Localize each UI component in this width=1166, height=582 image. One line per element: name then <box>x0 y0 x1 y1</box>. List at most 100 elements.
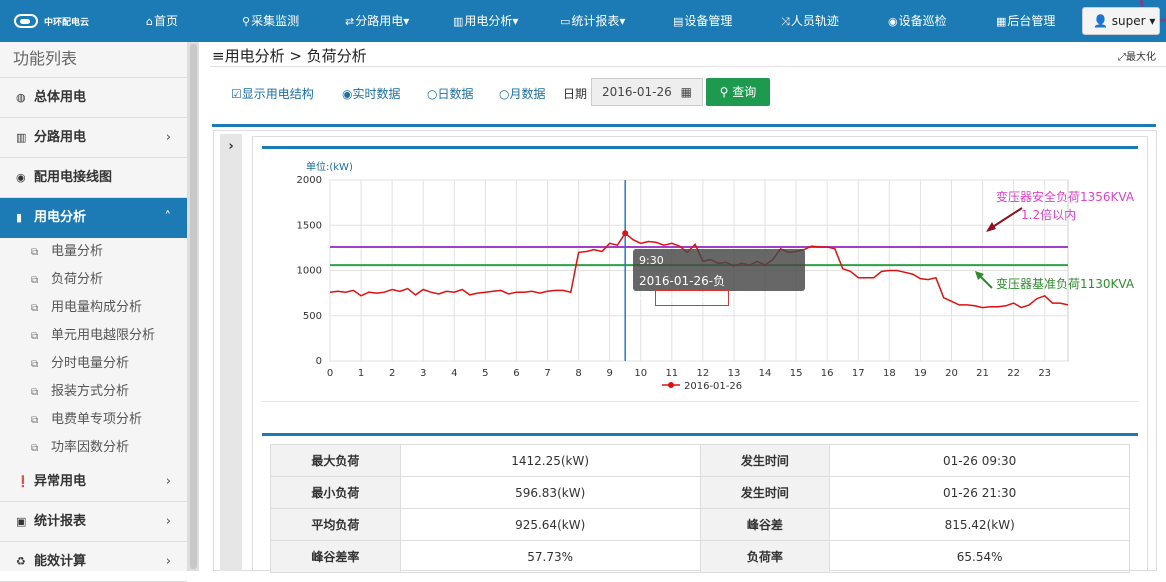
logo[interactable]: 中环配电云 <box>14 0 89 42</box>
copy-icon: ⧉ <box>31 443 39 454</box>
bar-chart-icon: ▥ <box>453 15 464 28</box>
x-tick-label: 23 <box>1038 368 1051 379</box>
stat-label: 最大负荷 <box>270 444 401 477</box>
x-tick-label: 21 <box>976 368 989 379</box>
chevron-right-icon: › <box>165 130 171 145</box>
copy-icon: ⧉ <box>31 359 39 370</box>
y-tick-label: 2000 <box>297 175 322 186</box>
stat-value: 596.83(kW) <box>399 476 701 509</box>
stat-value: 01-26 09:30 <box>829 444 1130 477</box>
stat-label: 平均负荷 <box>270 508 401 541</box>
collapse-strip[interactable] <box>220 134 242 571</box>
sidebar-item-wiring-diagram[interactable]: ◉ 配用电接线图 <box>0 158 187 198</box>
eye-icon: ◉ <box>888 15 898 28</box>
chart-bottom-border <box>262 401 1138 402</box>
legend-marker <box>668 382 674 388</box>
nav-personnel-track[interactable]: ⤨人员轨迹 <box>781 0 839 42</box>
sidebar-subitem-energy-analysis[interactable]: ⧉ 电量分析 <box>0 238 187 266</box>
shuffle-icon: ⤨ <box>781 15 790 28</box>
sidebar-item-power-analysis[interactable]: ▮ 用电分析 ˄ <box>0 198 187 238</box>
x-tick-label: 14 <box>759 368 772 379</box>
sidebar-subitem-timeshare-analysis[interactable]: ⧉ 分时电量分析 <box>0 350 187 378</box>
sidebar-subitem-power-factor-analysis[interactable]: ⧉ 功率因数分析 <box>0 434 187 462</box>
bar-chart-icon: ▥ <box>16 131 27 144</box>
sidebar-item-efficiency[interactable]: ♻ 能效计算 › <box>0 542 187 582</box>
sidebar-subitem-load-analysis[interactable]: ⧉ 负荷分析 <box>0 266 187 294</box>
y-tick-label: 500 <box>303 311 322 322</box>
copy-icon: ⧉ <box>31 415 39 426</box>
nav-inspection[interactable]: ◉设备巡检 <box>888 0 947 42</box>
user-menu-button[interactable]: 👤 super ▾ <box>1082 7 1160 35</box>
nav-branch-power[interactable]: ⇄分路用电▾ <box>345 0 409 42</box>
calendar-icon[interactable]: ▦ <box>681 79 692 105</box>
date-input[interactable]: 2016-01-26 ▦ <box>591 78 703 106</box>
top-nav-bar: 中环配电云 ⌂首页 ⚲采集监测 ⇄分路用电▾ ▥用电分析▾ ▭统计报表▾ ▤设备… <box>0 0 1166 42</box>
x-tick-label: 3 <box>420 368 426 379</box>
nav-devices[interactable]: ▤设备管理 <box>673 0 732 42</box>
nav-reports[interactable]: ▭统计报表▾ <box>560 0 625 42</box>
report-icon: ▭ <box>560 15 571 28</box>
file-icon: ▮ <box>16 211 23 224</box>
x-tick-label: 11 <box>665 368 678 379</box>
chevron-right-icon: › <box>165 514 171 529</box>
stat-value: 57.73% <box>399 540 701 573</box>
recycle-icon: ♻ <box>16 555 26 568</box>
nav-home[interactable]: ⌂首页 <box>146 0 178 42</box>
x-tick-label: 13 <box>728 368 741 379</box>
sidebar-item-branch-power[interactable]: ▥ 分路用电 › <box>0 118 187 158</box>
x-tick-label: 8 <box>575 368 581 379</box>
arrow-head-safe <box>986 222 996 232</box>
base-load-annotation: 变压器基准负荷1130KVA <box>996 277 1135 291</box>
stat-value: 65.54% <box>829 540 1130 573</box>
checkbox-icon: ☑ <box>231 87 242 101</box>
x-tick-label: 10 <box>634 368 647 379</box>
x-tick-label: 7 <box>544 368 550 379</box>
daily-radio[interactable]: ○日数据 <box>427 85 474 102</box>
excel-icon: ▣ <box>16 515 27 528</box>
sidebar-item-abnormal-power[interactable]: ❗ 异常用电 › <box>0 462 187 502</box>
expand-panel-button[interactable]: › <box>222 136 240 158</box>
sidebar-item-overall-power[interactable]: ◍ 总体用电 <box>0 78 187 118</box>
alert-icon: ❗ <box>16 475 30 488</box>
table-row: 最小负荷 596.83(kW) 发生时间 01-26 21:30 <box>270 476 1130 509</box>
maximize-button[interactable]: ⤢最大化 <box>1118 48 1156 63</box>
radio-icon: ○ <box>427 87 438 101</box>
breadcrumb: ≡用电分析 > 负荷分析 <box>212 47 367 65</box>
load-stats-table: 最大负荷 1412.25(kW) 发生时间 01-26 09:30 最小负荷 5… <box>270 444 1130 573</box>
device-icon: ▤ <box>673 15 684 28</box>
nav-monitor[interactable]: ⚲采集监测 <box>242 0 299 42</box>
sidebar-subitem-bill-analysis[interactable]: ⧉ 电费单专项分析 <box>0 406 187 434</box>
x-tick-label: 4 <box>451 368 457 379</box>
sidebar-subitem-overlimit-analysis[interactable]: ⧉ 单元用电越限分析 <box>0 322 187 350</box>
sidebar-subitem-installation-analysis[interactable]: ⧉ 报装方式分析 <box>0 378 187 406</box>
legend-label: 2016-01-26 <box>684 381 742 392</box>
x-tick-label: 6 <box>513 368 519 379</box>
query-button[interactable]: ⚲ 查询 <box>706 78 770 106</box>
chevron-right-icon: › <box>165 554 171 569</box>
eye-icon: ◉ <box>16 171 26 184</box>
sidebar-scrollbar-thumb[interactable] <box>190 44 197 569</box>
stat-label: 最小负荷 <box>270 476 401 509</box>
safe-load-annotation-2: 1.2倍以内 <box>1021 208 1077 222</box>
x-tick-label: 17 <box>852 368 865 379</box>
tooltip-value: 1412.25kW <box>655 290 730 306</box>
search-icon: ⚲ <box>719 85 729 99</box>
realtime-radio[interactable]: ◉实时数据 <box>342 85 401 102</box>
sidebar-subitem-composition-analysis[interactable]: ⧉ 用电量构成分析 <box>0 294 187 322</box>
x-tick-label: 5 <box>482 368 488 379</box>
sidebar-title: 功能列表 <box>0 42 187 78</box>
monthly-radio[interactable]: ○月数据 <box>499 85 546 102</box>
y-tick-label: 1000 <box>297 266 322 277</box>
nav-admin[interactable]: ▦后台管理 <box>996 0 1055 42</box>
date-label: 日期 <box>563 87 588 101</box>
x-tick-label: 22 <box>1007 368 1020 379</box>
grid-icon: ▦ <box>996 15 1007 28</box>
nav-power-analysis[interactable]: ▥用电分析▾ <box>453 0 518 42</box>
x-tick-label: 15 <box>790 368 803 379</box>
safe-load-annotation: 变压器安全负荷1356KVA <box>996 190 1135 204</box>
show-structure-checkbox[interactable]: ☑显示用电结构 <box>231 85 314 102</box>
tooltip-text: 2016-01-26-负荷: 1412.25kW <box>639 272 805 306</box>
sidebar-item-statistics-report[interactable]: ▣ 统计报表 › <box>0 502 187 542</box>
stat-label: 发生时间 <box>699 444 831 477</box>
cloud-icon <box>14 14 38 28</box>
